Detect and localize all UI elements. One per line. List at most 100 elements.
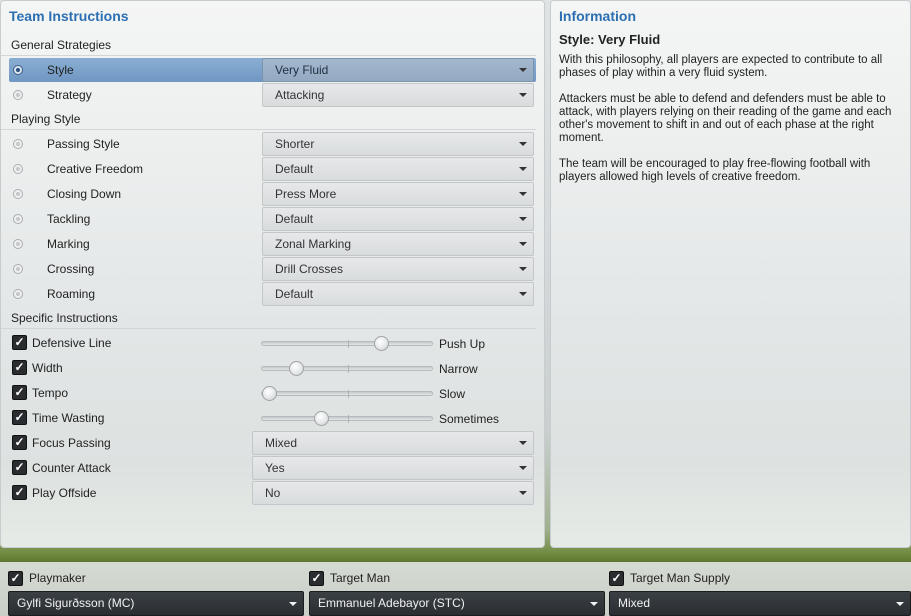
chevron-down-icon	[519, 192, 527, 196]
style-dropdown-value: Very Fluid	[275, 63, 329, 77]
roaming-radio[interactable]	[13, 289, 23, 299]
marking-row[interactable]: Marking Zonal Marking	[9, 232, 536, 256]
tempo-label: Tempo	[32, 386, 69, 400]
roaming-row[interactable]: Roaming Default	[9, 282, 536, 306]
time-wasting-checkbox[interactable]: ✓	[12, 410, 27, 425]
roaming-dropdown[interactable]: Default	[262, 282, 534, 306]
target-man-supply-value: Mixed	[618, 596, 651, 610]
passing-style-radio[interactable]	[13, 139, 23, 149]
general-strategies-header: General Strategies	[1, 34, 536, 56]
closing-down-radio[interactable]	[13, 189, 23, 199]
target-man-select[interactable]: Emmanuel Adebayor (STC)	[309, 591, 605, 616]
team-instructions-panel: Team Instructions General Strategies Sty…	[0, 0, 545, 548]
target-man-supply-checkbox[interactable]: ✓	[609, 571, 624, 586]
creative-freedom-dropdown[interactable]: Default	[262, 157, 534, 181]
slider-notch	[348, 390, 349, 398]
chevron-down-icon	[289, 602, 297, 606]
defensive-line-slider[interactable]	[261, 336, 433, 351]
target-man-supply-label: Target Man Supply	[630, 571, 731, 585]
width-label: Width	[32, 361, 63, 375]
roaming-label: Roaming	[47, 287, 96, 301]
width-value: Narrow	[439, 362, 478, 376]
crossing-row[interactable]: Crossing Drill Crosses	[9, 257, 536, 281]
crossing-radio[interactable]	[13, 264, 23, 274]
passing-style-dropdown[interactable]: Shorter	[262, 132, 534, 156]
tackling-value: Default	[275, 212, 314, 226]
time-wasting-value: Sometimes	[439, 412, 500, 426]
playmaker-checkbox[interactable]: ✓	[8, 571, 23, 586]
chevron-down-icon	[519, 242, 527, 246]
play-offside-dropdown[interactable]: No	[252, 481, 534, 505]
tempo-slider-thumb[interactable]	[262, 386, 277, 401]
playmaker-select[interactable]: Gylfi Sigurðsson (MC)	[8, 591, 304, 616]
closing-down-value: Press More	[275, 187, 337, 201]
passing-style-label: Passing Style	[47, 137, 120, 151]
specific-instructions-header: Specific Instructions	[1, 307, 536, 329]
closing-down-dropdown[interactable]: Press More	[262, 182, 534, 206]
target-man-player: Emmanuel Adebayor (STC)	[318, 596, 465, 610]
slider-notch	[348, 415, 349, 423]
tempo-slider[interactable]	[261, 386, 433, 401]
target-man-checkbox[interactable]: ✓	[309, 571, 324, 586]
crossing-value: Drill Crosses	[275, 262, 344, 276]
information-title: Information	[559, 8, 636, 24]
play-offside-label: Play Offside	[32, 486, 97, 500]
team-instructions-title: Team Instructions	[9, 8, 129, 24]
creative-freedom-value: Default	[275, 162, 314, 176]
width-slider-thumb[interactable]	[289, 361, 304, 376]
width-checkbox[interactable]: ✓	[12, 360, 27, 375]
play-offside-value: No	[265, 486, 281, 500]
closing-down-row[interactable]: Closing Down Press More	[9, 182, 536, 206]
style-radio[interactable]	[13, 65, 23, 75]
defensive-line-row: ✓ Defensive Line Push Up	[9, 331, 536, 355]
time-wasting-slider-thumb[interactable]	[314, 411, 329, 426]
strategy-dropdown-value: Attacking	[275, 88, 325, 102]
style-dropdown[interactable]: Very Fluid	[262, 58, 534, 82]
counter-attack-dropdown[interactable]: Yes	[252, 456, 534, 480]
focus-passing-row: ✓ Focus Passing Mixed	[9, 431, 536, 455]
defensive-line-slider-thumb[interactable]	[374, 336, 389, 351]
chevron-down-icon	[519, 68, 527, 72]
target-man-column: ✓ Target Man Emmanuel Adebayor (STC)	[301, 562, 605, 616]
chevron-down-icon	[519, 167, 527, 171]
strategy-radio[interactable]	[13, 90, 23, 100]
creative-freedom-label: Creative Freedom	[47, 162, 144, 176]
passing-style-row[interactable]: Passing Style Shorter	[9, 132, 536, 156]
strategy-dropdown[interactable]: Attacking	[262, 83, 534, 107]
play-offside-checkbox[interactable]: ✓	[12, 485, 27, 500]
roaming-value: Default	[275, 287, 314, 301]
info-paragraph-2: Attackers must be able to defend and def…	[559, 93, 892, 144]
chevron-down-icon	[519, 292, 527, 296]
tempo-checkbox[interactable]: ✓	[12, 385, 27, 400]
defensive-line-label: Defensive Line	[32, 336, 112, 350]
marking-radio[interactable]	[13, 239, 23, 249]
style-row[interactable]: Style Very Fluid	[9, 58, 536, 82]
defensive-line-checkbox[interactable]: ✓	[12, 335, 27, 350]
creative-freedom-row[interactable]: Creative Freedom Default	[9, 157, 536, 181]
focus-passing-dropdown[interactable]: Mixed	[252, 431, 534, 455]
creative-freedom-radio[interactable]	[13, 164, 23, 174]
tackling-dropdown[interactable]: Default	[262, 207, 534, 231]
chevron-down-icon	[519, 217, 527, 221]
marking-dropdown[interactable]: Zonal Marking	[262, 232, 534, 256]
strategy-row[interactable]: Strategy Attacking	[9, 83, 536, 107]
focus-passing-checkbox[interactable]: ✓	[12, 435, 27, 450]
tackling-radio[interactable]	[13, 214, 23, 224]
style-label: Style	[47, 63, 74, 77]
playmaker-player: Gylfi Sigurðsson (MC)	[17, 596, 135, 610]
info-heading: Style: Very Fluid	[559, 32, 661, 47]
width-slider[interactable]	[261, 361, 433, 376]
target-man-supply-select[interactable]: Mixed	[609, 591, 911, 616]
counter-attack-checkbox[interactable]: ✓	[12, 460, 27, 475]
crossing-dropdown[interactable]: Drill Crosses	[262, 257, 534, 281]
counter-attack-value: Yes	[265, 461, 285, 475]
chevron-down-icon	[519, 491, 527, 495]
time-wasting-slider[interactable]	[261, 411, 433, 426]
chevron-down-icon	[519, 142, 527, 146]
playmaker-label: Playmaker	[29, 571, 86, 585]
width-row: ✓ Width Narrow	[9, 356, 536, 380]
counter-attack-row: ✓ Counter Attack Yes	[9, 456, 536, 480]
tackling-row[interactable]: Tackling Default	[9, 207, 536, 231]
tackling-label: Tackling	[47, 212, 91, 226]
chevron-down-icon	[519, 267, 527, 271]
